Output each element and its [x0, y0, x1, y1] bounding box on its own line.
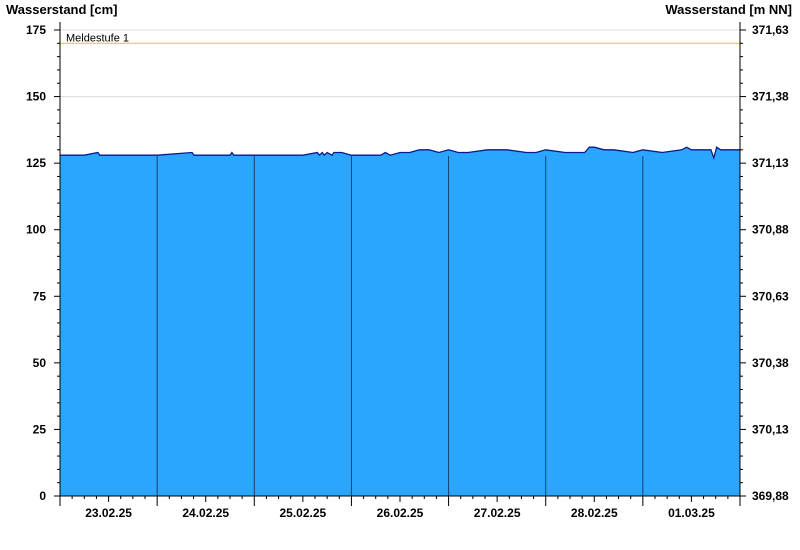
left-tick-label: 150: [26, 90, 46, 104]
left-tick-label: 125: [26, 156, 46, 170]
water-level-chart: Meldestufe 1 0 25 50 75 100 125 150 175 369,88 37…: [6, 2, 792, 520]
x-tick-label: 23.02.25: [85, 506, 132, 520]
threshold-group: Meldestufe 1: [60, 32, 740, 44]
left-tick-label: 50: [33, 356, 47, 370]
x-tick-label: 28.02.25: [571, 506, 618, 520]
x-tick-label: 24.02.25: [182, 506, 229, 520]
threshold-label: Meldestufe 1: [66, 32, 129, 44]
right-tick-label: 369,88: [752, 489, 789, 503]
right-tick-label: 370,88: [752, 223, 789, 237]
left-tick-label: 0: [39, 489, 46, 503]
right-tick-label: 370,63: [752, 289, 789, 303]
right-tick-label: 371,38: [752, 90, 789, 104]
x-tick-label: 25.02.25: [279, 506, 326, 520]
water-level-area: [60, 147, 740, 496]
x-tick-label: 01.03.25: [668, 506, 715, 520]
right-tick-label: 371,63: [752, 23, 789, 37]
left-tick-label: 75: [33, 289, 47, 303]
right-axis-title: Wasserstand [m NN]: [665, 2, 792, 17]
left-axis-title: Wasserstand [cm]: [6, 2, 118, 17]
left-tick-label: 175: [26, 23, 46, 37]
right-tick-label: 371,13: [752, 156, 789, 170]
left-tick-label: 25: [33, 422, 47, 436]
data-area: [60, 146, 740, 496]
right-tick-label: 370,38: [752, 356, 789, 370]
x-tick-label: 26.02.25: [377, 506, 424, 520]
x-tick-label: 27.02.25: [474, 506, 521, 520]
left-tick-label: 100: [26, 223, 46, 237]
right-tick-label: 370,13: [752, 422, 789, 436]
